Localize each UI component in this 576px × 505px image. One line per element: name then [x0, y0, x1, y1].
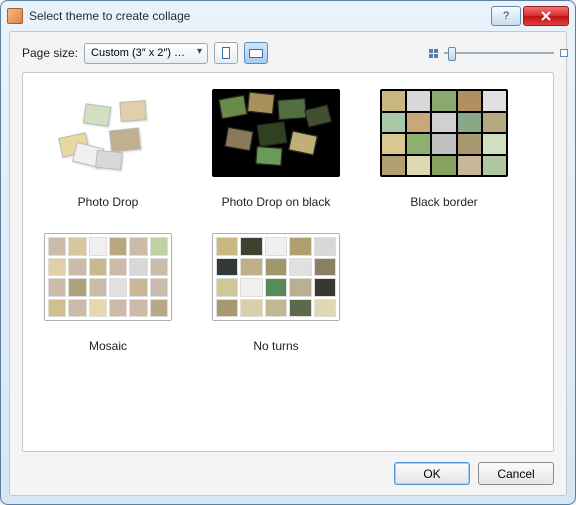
theme-black-border[interactable]: Black border [369, 89, 519, 209]
close-button[interactable] [523, 6, 569, 26]
ok-button[interactable]: OK [394, 462, 470, 485]
page-size-combo[interactable]: Custom (3″ x 2″) … [84, 43, 208, 64]
orientation-landscape-button[interactable] [244, 42, 268, 64]
close-icon [540, 11, 552, 21]
page-size-label: Page size: [22, 46, 78, 60]
theme-label: Photo Drop on black [201, 195, 351, 209]
theme-photo-drop[interactable]: Photo Drop [33, 89, 183, 209]
cancel-button[interactable]: Cancel [478, 462, 554, 485]
app-icon [7, 8, 23, 24]
theme-thumbnail [44, 89, 172, 177]
landscape-icon [249, 49, 263, 58]
theme-thumbnail [212, 233, 340, 321]
help-button[interactable]: ? [491, 6, 521, 26]
themes-panel: Photo Drop [22, 72, 554, 452]
orientation-portrait-button[interactable] [214, 42, 238, 64]
theme-label: Black border [369, 195, 519, 209]
dialog-footer: OK Cancel [22, 452, 554, 485]
window-title: Select theme to create collage [29, 9, 489, 23]
portrait-icon [222, 47, 230, 59]
theme-mosaic[interactable]: Mosaic [33, 233, 183, 353]
title-bar: Select theme to create collage ? [1, 1, 575, 31]
large-thumb-icon [560, 49, 568, 57]
theme-label: Mosaic [33, 339, 183, 353]
theme-label: No turns [201, 339, 351, 353]
thumbnail-size-slider[interactable] [444, 44, 554, 62]
thumbnail-size-icon [429, 49, 438, 58]
theme-label: Photo Drop [33, 195, 183, 209]
theme-photo-drop-on-black[interactable]: Photo Drop on black [201, 89, 351, 209]
theme-thumbnail [380, 89, 508, 177]
page-size-value: Custom (3″ x 2″) … [91, 47, 185, 59]
theme-thumbnail [44, 233, 172, 321]
toolbar: Page size: Custom (3″ x 2″) … [22, 42, 554, 64]
dialog-window: Select theme to create collage ? Page si… [0, 0, 576, 505]
theme-no-turns[interactable]: No turns [201, 233, 351, 353]
theme-thumbnail [212, 89, 340, 177]
client-area: Page size: Custom (3″ x 2″) … [9, 31, 567, 496]
